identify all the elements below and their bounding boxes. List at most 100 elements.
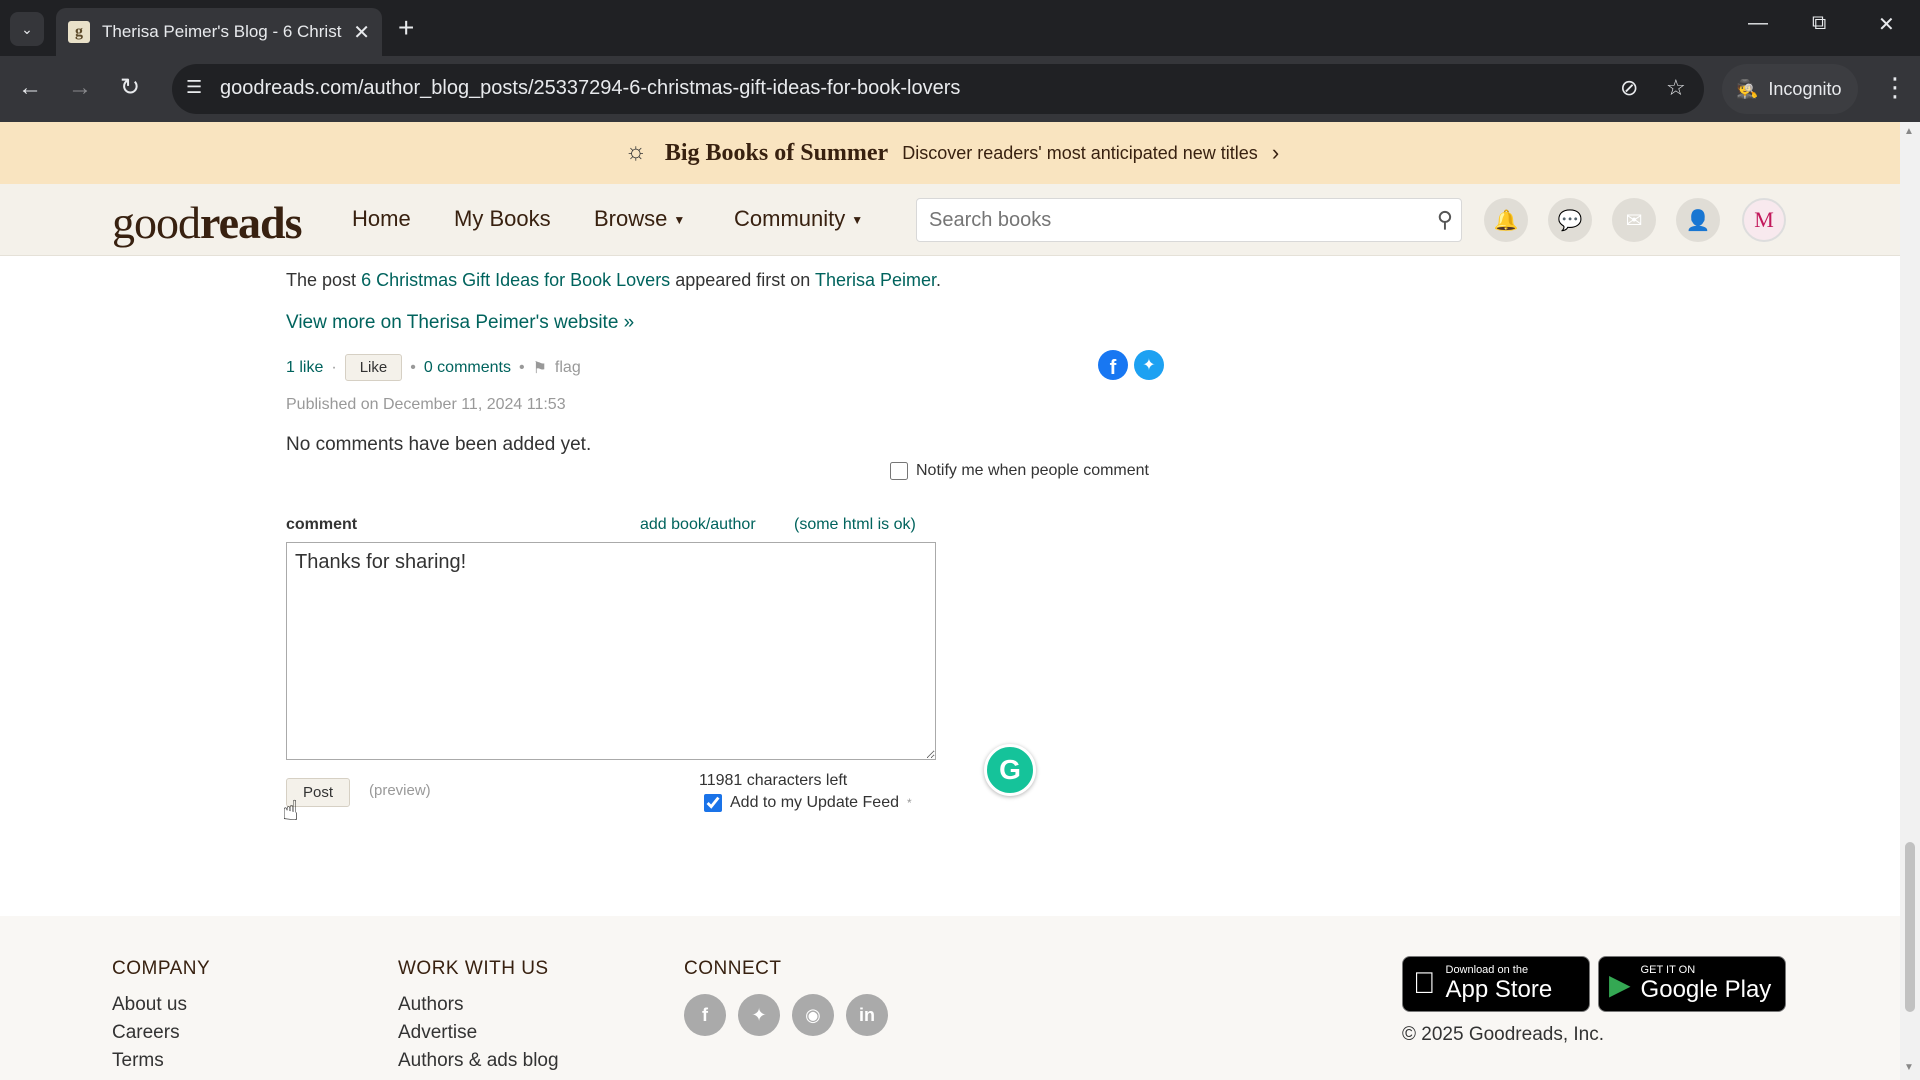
preview-link[interactable]: (preview): [369, 782, 431, 799]
footer-company-heading: COMPANY: [112, 958, 211, 979]
notifications-bell-icon[interactable]: 🔔: [1484, 198, 1528, 242]
comments-count-link[interactable]: 0 comments: [424, 359, 511, 377]
forward-icon[interactable]: →: [68, 74, 92, 102]
bookmark-star-icon[interactable]: ☆: [1666, 75, 1686, 101]
discussions-chat-icon[interactable]: 💬: [1548, 198, 1592, 242]
minimize-icon[interactable]: —: [1748, 12, 1768, 35]
tab-title: Therisa Peimer's Blog - 6 Christ: [102, 22, 342, 41]
footer-link-ads-blog[interactable]: Authors & ads blog: [398, 1050, 559, 1072]
back-icon[interactable]: ←: [18, 74, 42, 102]
new-tab-icon[interactable]: +: [398, 13, 414, 43]
profile-avatar[interactable]: M: [1742, 198, 1786, 242]
likes-count-link[interactable]: 1 like: [286, 359, 323, 377]
google-play-text: GET IT ON Google Play: [1641, 964, 1772, 1004]
nav-browse[interactable]: Browse ▼: [594, 206, 685, 232]
nav-community-label: Community: [734, 206, 846, 231]
twitter-share-icon[interactable]: ✦: [1134, 350, 1164, 380]
logo-text-reads: reads: [200, 197, 302, 248]
messages-mail-icon[interactable]: ✉: [1612, 198, 1656, 242]
facebook-share-icon[interactable]: f: [1098, 350, 1128, 380]
flag-link[interactable]: flag: [555, 359, 581, 377]
play-triangle-icon: ▶: [1609, 968, 1631, 1000]
attribution-middle: appeared first on: [675, 270, 811, 290]
update-feed-option[interactable]: Add to my Update Feed *: [704, 794, 912, 812]
address-bar[interactable]: ☰ goodreads.com/author_blog_posts/253372…: [172, 64, 1704, 114]
reload-icon[interactable]: ↻: [120, 74, 140, 102]
separator: ·: [331, 358, 337, 376]
add-book-author-link[interactable]: add book/author: [640, 516, 756, 534]
separator: •: [518, 358, 525, 376]
footer-link-about[interactable]: About us: [112, 994, 210, 1016]
search-icon[interactable]: ⚲: [1437, 207, 1453, 233]
scroll-down-icon[interactable]: ▼: [1904, 1062, 1914, 1073]
tab-close-icon[interactable]: ✕: [353, 20, 370, 45]
page-scrollbar[interactable]: ▲ ▼: [1900, 122, 1920, 1080]
like-button[interactable]: Like: [344, 354, 403, 381]
attribution-prefix: The post: [286, 270, 357, 290]
post-title-link[interactable]: 6 Christmas Gift Ideas for Book Lovers: [361, 270, 670, 290]
google-play-small: GET IT ON: [1640, 964, 1696, 976]
app-store-badge[interactable]:  Download on the App Store: [1402, 956, 1590, 1012]
footer-link-careers[interactable]: Careers: [112, 1022, 210, 1044]
grammarly-icon[interactable]: G: [984, 744, 1036, 796]
notify-checkbox[interactable]: [890, 462, 908, 480]
share-buttons: f ✦: [1098, 350, 1164, 380]
eye-off-icon[interactable]: ⊘: [1620, 75, 1638, 101]
app-store-big: App Store: [1423, 976, 1553, 1003]
comment-textarea[interactable]: [286, 542, 936, 760]
view-more-link[interactable]: View more on Therisa Peimer's website »: [286, 312, 634, 334]
logo-text-good: good: [112, 197, 201, 248]
html-help-link[interactable]: (some html is ok): [794, 516, 916, 534]
footer-link-authors[interactable]: Authors: [398, 994, 559, 1016]
google-play-badge[interactable]: ▶ GET IT ON Google Play: [1598, 956, 1786, 1012]
update-feed-label: Add to my Update Feed: [730, 794, 899, 811]
attribution-suffix: .: [936, 270, 942, 290]
friends-user-icon[interactable]: 👤: [1676, 198, 1720, 242]
search-box[interactable]: ⚲: [916, 198, 1462, 242]
sun-book-icon: ☼: [624, 138, 647, 165]
footnote-marker: *: [906, 796, 912, 810]
goodreads-favicon-icon: g: [68, 21, 90, 43]
instagram-icon[interactable]: ◉: [792, 994, 834, 1036]
scroll-thumb[interactable]: [1905, 842, 1915, 1012]
goodreads-logo[interactable]: goodreads: [112, 196, 302, 249]
url-text[interactable]: goodreads.com/author_blog_posts/25337294…: [220, 77, 960, 100]
site-info-icon[interactable]: ☰: [186, 77, 202, 98]
active-tab[interactable]: g Therisa Peimer's Blog - 6 Christ ✕: [56, 8, 382, 56]
comment-label: comment: [286, 516, 358, 533]
chevron-right-icon: ›: [1271, 140, 1280, 165]
flag-icon[interactable]: ⚑: [533, 358, 547, 378]
author-site-link[interactable]: Therisa Peimer: [815, 270, 936, 290]
promo-banner[interactable]: ☼ Big Books of Summer Discover readers' …: [0, 122, 1900, 184]
no-comments-text: No comments have been added yet.: [286, 434, 592, 455]
nav-my-books[interactable]: My Books: [454, 206, 551, 232]
social-links: f ✦ ◉ in: [684, 994, 888, 1036]
footer-connect-column: CONNECT f ✦ ◉ in: [684, 958, 888, 1036]
browser-menu-icon[interactable]: ⋮: [1882, 72, 1908, 103]
footer-connect-heading: CONNECT: [684, 958, 782, 979]
restore-icon[interactable]: ⧉: [1812, 12, 1826, 35]
window-close-icon[interactable]: ✕: [1878, 12, 1895, 37]
search-input[interactable]: [917, 199, 1397, 241]
scroll-up-icon[interactable]: ▲: [1904, 126, 1914, 137]
tab-search-button[interactable]: ⌄: [10, 12, 44, 46]
footer-link-advertise[interactable]: Advertise: [398, 1022, 559, 1044]
twitter-icon[interactable]: ✦: [738, 994, 780, 1036]
banner-subtitle: Discover readers' most anticipated new t…: [902, 142, 1258, 163]
linkedin-icon[interactable]: in: [846, 994, 888, 1036]
browser-toolbar: ← → ↻ ☰ goodreads.com/author_blog_posts/…: [0, 56, 1920, 122]
separator: •: [410, 358, 416, 376]
app-store-text: Download on the App Store: [1446, 964, 1553, 1004]
apple-icon: : [1413, 967, 1436, 1001]
footer-work-heading: WORK WITH US: [398, 958, 549, 979]
nav-community[interactable]: Community ▼: [734, 206, 863, 232]
facebook-icon[interactable]: f: [684, 994, 726, 1036]
site-footer: COMPANY About us Careers Terms WORK WITH…: [0, 916, 1900, 1080]
incognito-indicator[interactable]: 🕵 Incognito: [1722, 64, 1858, 114]
footer-link-terms[interactable]: Terms: [112, 1050, 210, 1072]
nav-home[interactable]: Home: [352, 206, 411, 232]
update-feed-checkbox[interactable]: [704, 794, 722, 812]
chevron-down-icon: ⌄: [21, 20, 33, 37]
notify-comment-option[interactable]: Notify me when people comment: [890, 462, 1149, 480]
mouse-pointer-icon: ☝: [282, 795, 300, 826]
